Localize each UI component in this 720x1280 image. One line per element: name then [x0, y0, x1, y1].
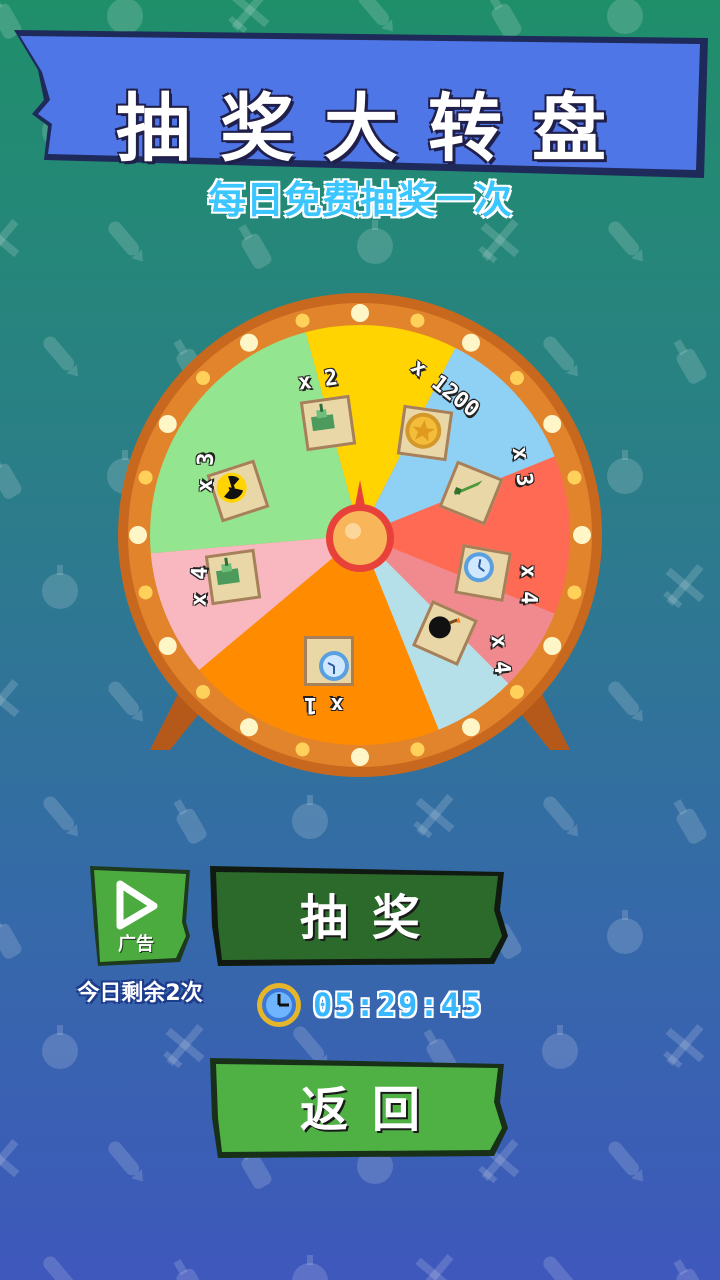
ad-label: 广告: [118, 934, 154, 955]
wheel-bulb: [573, 526, 591, 544]
wheel-bulb: [567, 585, 582, 600]
wheel-bulb: [196, 371, 211, 386]
wheel-bulb: [543, 637, 562, 655]
wheel-bulb: [240, 333, 258, 352]
wheel-bulb: [543, 415, 562, 433]
wheel-bulb: [196, 684, 211, 699]
wheel-bulb: [240, 718, 258, 737]
wheel-bulb: [138, 585, 153, 600]
wheel-bulb: [158, 637, 177, 655]
cooldown-timer: 05:29:45: [255, 980, 483, 1030]
wheel-bulb: [138, 470, 153, 485]
draw-button[interactable]: 抽奖: [210, 866, 510, 966]
wheel-bulb: [351, 304, 369, 322]
prize-quantity-label: x 1: [304, 692, 344, 717]
wheel-bulb: [410, 313, 425, 328]
back-button[interactable]: 返回: [210, 1058, 510, 1158]
wheel-bulb: [158, 415, 177, 433]
wheel-bulb: [509, 684, 524, 699]
wheel-bulb: [410, 742, 425, 757]
clock-icon: [454, 544, 512, 602]
wheel-bulb: [129, 526, 147, 544]
back-button-label: 返回: [299, 1082, 444, 1138]
clock-icon: [257, 983, 301, 1027]
prize-quantity-label: x 3: [192, 452, 220, 493]
wheel-bulb: [295, 313, 310, 328]
prize-quantity-label: x 4: [515, 564, 541, 605]
clock-icon: [304, 636, 354, 686]
tank-icon: [204, 548, 262, 606]
wheel-bulb: [351, 748, 369, 766]
prize-quantity-label: x 4: [186, 566, 214, 607]
wheel-bulb: [462, 333, 480, 352]
prize-wheel: x 2x 1200 x 3x 4x 4x 1x 4x 3: [110, 290, 610, 790]
page-title: 抽奖大转盘: [116, 86, 636, 172]
tank-icon: [299, 394, 357, 452]
prize-quantity-label: x 3: [506, 445, 538, 488]
remaining-count: 今日剩余2次: [77, 981, 203, 1006]
gold-coin-icon: [396, 404, 454, 462]
timer-value: 05:29:45: [313, 986, 484, 1024]
wheel-bulb: [567, 470, 582, 485]
draw-button-label: 抽奖: [299, 890, 444, 946]
wheel-bulb: [509, 371, 524, 386]
wheel-bulb: [462, 718, 480, 737]
page-subtitle: 每日免费抽奖一次: [207, 178, 512, 222]
title-banner: 抽奖大转盘: [14, 30, 708, 178]
wheel-bulb: [295, 742, 310, 757]
prize-quantity-label: x 4: [485, 633, 515, 676]
